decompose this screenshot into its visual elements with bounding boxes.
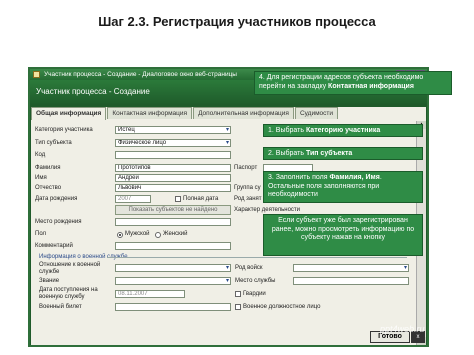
military-relation-select[interactable] — [115, 264, 231, 272]
official-label: Военное должностное лицо — [243, 304, 321, 310]
full-date-label: Полная дата — [183, 196, 219, 202]
rank-select[interactable] — [115, 277, 231, 285]
military-section-line — [107, 257, 407, 258]
callout-name-fields: 3. Заполнить поля Фамилия, Имя. Остальны… — [263, 171, 423, 203]
patronymic-input[interactable]: Львович — [115, 184, 231, 192]
full-date-checkbox[interactable] — [175, 196, 181, 202]
show-subjects-button[interactable]: Показать субъектов не найдено — [115, 205, 231, 215]
character-label: Характер деятельности — [234, 207, 301, 213]
gender-male-label: Мужской — [125, 231, 150, 237]
occupation-label: Род занят — [234, 196, 262, 202]
firstname-input[interactable]: Андрей — [115, 174, 231, 182]
military-relation-label: Отношение к военной службе — [39, 262, 101, 275]
gender-female-radio[interactable] — [155, 232, 161, 238]
gender-male-radio[interactable] — [117, 232, 123, 238]
window-title: Участник процесса - Создание - Диалогово… — [44, 71, 237, 78]
tab-bar: Общая информация Контактная информация Д… — [31, 107, 339, 120]
birthdate-label: Дата рождения — [35, 196, 78, 202]
ticket-label: Военный билет — [39, 304, 82, 310]
code-label: Код — [35, 152, 46, 158]
lastname-input[interactable]: Прототипов — [115, 164, 231, 172]
rank-label: Звание — [39, 278, 60, 284]
dialog-window: Участник процесса - Создание - Диалогово… — [28, 67, 429, 347]
tab-additional[interactable]: Дополнительная информация — [193, 107, 294, 119]
comment-label: Комментарий — [35, 243, 73, 249]
callout-category: 1. Выбрать Категорию участника — [263, 124, 423, 137]
code-input[interactable] — [115, 151, 231, 159]
birthdate-input[interactable]: 2007 — [115, 195, 151, 203]
tab-convictions[interactable]: Судимости — [294, 107, 339, 119]
gender-label: Пол — [35, 231, 47, 237]
troops-label: Род войск — [235, 265, 263, 271]
subject-type-select[interactable]: Физическое лицо — [115, 139, 231, 147]
passport-label: Паспорт — [234, 165, 258, 171]
patronymic-label: Отчество — [35, 185, 62, 191]
category-label: Категория участника — [35, 127, 93, 133]
slide-title: Шаг 2.3. Регистрация участников процесса — [98, 14, 376, 29]
group-label: Группа су — [234, 185, 261, 191]
callout-contact-tab: 4. Для регистрации адресов субъекта необ… — [254, 71, 452, 95]
tab-general[interactable]: Общая информация — [31, 107, 107, 120]
guard-label: Гвардии — [243, 291, 266, 297]
tab-contact[interactable]: Контактная информация — [107, 107, 193, 119]
birthplace-label: Место рождения — [35, 219, 82, 225]
comment-input[interactable] — [115, 242, 231, 250]
service-place-label: Место службы — [235, 278, 276, 284]
firstname-label: Имя — [35, 175, 47, 181]
lastname-label: Фамилия — [35, 165, 61, 171]
official-checkbox[interactable] — [235, 304, 241, 310]
watermark: ppt4web.ru — [380, 324, 425, 334]
category-select[interactable]: Истец — [115, 126, 231, 134]
birthplace-input[interactable] — [115, 218, 231, 226]
callout-subject-type: 2. Выбрать Тип субъекта — [263, 147, 423, 160]
guard-checkbox[interactable] — [235, 291, 241, 297]
gender-female-label: Женский — [163, 231, 188, 237]
service-date-input[interactable]: 08.11.2007 — [115, 290, 185, 298]
app-icon — [33, 71, 40, 78]
service-date-label: Дата поступления на военную службу — [39, 287, 98, 300]
ticket-input[interactable] — [115, 303, 231, 311]
service-place-input[interactable] — [293, 277, 409, 285]
troops-select[interactable] — [293, 264, 409, 272]
callout-existing-subject: Если субъект уже был зарегистрирован ран… — [263, 214, 423, 256]
subject-type-label: Тип субъекта — [35, 140, 72, 146]
